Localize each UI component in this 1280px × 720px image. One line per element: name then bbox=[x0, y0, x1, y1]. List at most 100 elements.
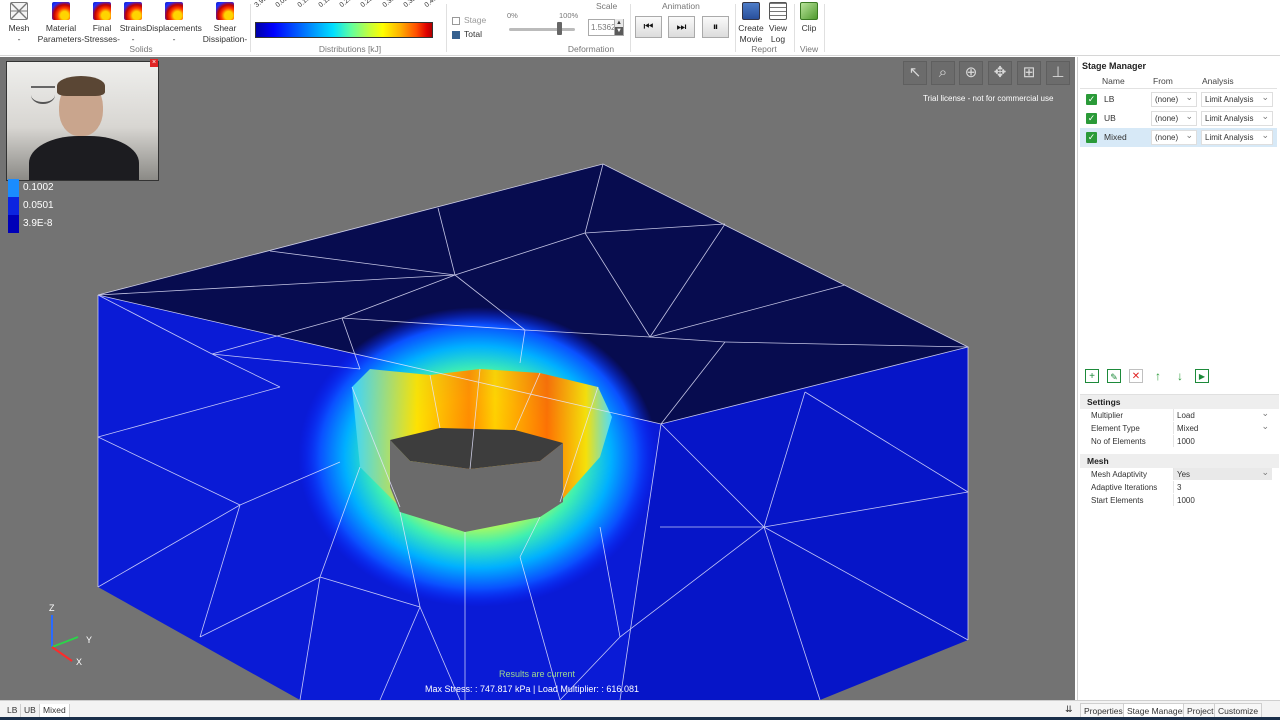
final-sub-label: Stresses- bbox=[84, 34, 120, 44]
select-arrow-icon[interactable]: ↖ bbox=[903, 61, 927, 85]
stage-checkbox[interactable]: Stage bbox=[452, 15, 486, 25]
stage-row[interactable]: ✓ UB (none) Limit Analysis bbox=[1080, 109, 1277, 128]
mesh-adaptivity-row[interactable]: Mesh Adaptivity Yes bbox=[1080, 466, 1279, 481]
from-dropdown[interactable]: (none) bbox=[1151, 110, 1197, 126]
strains-label: Strains bbox=[119, 23, 147, 33]
axes-icon[interactable]: ⊥ bbox=[1046, 61, 1070, 85]
colorbar-tick-label: 0.1503 bbox=[317, 0, 338, 9]
tab-lb[interactable]: LB bbox=[4, 704, 22, 718]
material-parameters-button[interactable]: Material Parameters- bbox=[38, 0, 84, 45]
clip-button[interactable]: Clip bbox=[798, 0, 820, 34]
start-elements-row[interactable]: Start Elements 1000 bbox=[1080, 494, 1279, 507]
stage-name: Mixed bbox=[1104, 132, 1127, 142]
start-elements-field[interactable]: 1000 bbox=[1173, 494, 1272, 506]
stage-row-selected[interactable]: ✓ Mixed (none) Limit Analysis bbox=[1080, 128, 1277, 147]
from-dropdown[interactable]: (none) bbox=[1151, 129, 1197, 145]
mesh-button[interactable]: Mesh - bbox=[6, 0, 32, 45]
panel-menu-icon[interactable]: ⇊ bbox=[1065, 704, 1073, 715]
tab-project[interactable]: Project bbox=[1183, 703, 1218, 718]
report-group-label: Report bbox=[751, 44, 777, 54]
spin-down-icon[interactable]: ▼ bbox=[614, 27, 623, 35]
legend-value: 0.1002 bbox=[23, 182, 54, 193]
colorbar-tick-label: 0.1002 bbox=[296, 0, 317, 9]
tab-customize[interactable]: Customize bbox=[1214, 703, 1263, 718]
adaptive-iterations-row[interactable]: Adaptive Iterations 3 bbox=[1080, 481, 1279, 494]
run-stage-icon[interactable]: ▶ bbox=[1195, 369, 1209, 383]
stage-table-header: Name From Analysis bbox=[1080, 76, 1277, 89]
spin-up-icon[interactable]: ▲ bbox=[614, 19, 623, 27]
no-elements-field[interactable]: 1000 bbox=[1173, 435, 1272, 447]
element-type-row[interactable]: Element Type Mixed bbox=[1080, 420, 1279, 435]
move-down-icon[interactable]: ↓ bbox=[1173, 369, 1187, 383]
webcam-close-icon[interactable]: × bbox=[150, 59, 158, 67]
tab-stage-manager[interactable]: Stage Manager bbox=[1123, 703, 1190, 718]
analysis-dropdown[interactable]: Limit Analysis bbox=[1201, 110, 1273, 126]
shear-sub-label: Dissipation- bbox=[202, 34, 248, 44]
create-movie-button[interactable]: Create Movie bbox=[737, 0, 765, 45]
distribution-icon bbox=[165, 2, 183, 20]
deformation-slider[interactable] bbox=[509, 28, 575, 31]
deformation-group-label: Deformation bbox=[567, 44, 615, 54]
distribution-icon bbox=[52, 2, 70, 20]
3d-viewport[interactable]: × 0.1002 0.0501 3.9E-8 ↖ ⌕ ⊕ ✥ ⊞ ⊥ Trial l… bbox=[0, 57, 1075, 700]
zoom-icon[interactable]: ⌕ bbox=[931, 61, 955, 85]
view-label: View bbox=[768, 23, 788, 33]
delete-stage-icon[interactable]: ✕ bbox=[1129, 369, 1143, 383]
step-forward-icon[interactable]: ⏭ bbox=[668, 16, 695, 38]
mesh-header: Mesh bbox=[1080, 454, 1279, 468]
check-icon[interactable]: ✓ bbox=[1086, 132, 1097, 143]
material-label: Material bbox=[45, 23, 77, 33]
view-log-button[interactable]: View Log bbox=[766, 0, 790, 45]
stage-row[interactable]: ✓ LB (none) Limit Analysis bbox=[1080, 90, 1277, 109]
col-name: Name bbox=[1102, 76, 1125, 86]
group-divider bbox=[630, 4, 631, 52]
clip-icon bbox=[800, 2, 818, 20]
group-divider bbox=[794, 4, 795, 52]
license-notice: Trial license - not for commercial use bbox=[923, 94, 1054, 103]
group-divider bbox=[250, 4, 251, 52]
multiplier-dropdown[interactable]: Load bbox=[1173, 407, 1272, 421]
colorbar-tick-label: 0.0501 bbox=[275, 0, 296, 9]
tab-ub[interactable]: UB bbox=[21, 704, 40, 718]
webcam-overlay bbox=[6, 61, 159, 181]
stage-label: Stage bbox=[464, 15, 487, 25]
stage-name: UB bbox=[1104, 113, 1116, 123]
shear-dissipation-button[interactable]: Shear Dissipation- bbox=[203, 0, 247, 45]
stage-manager-title: Stage Manager bbox=[1082, 61, 1147, 71]
move-up-icon[interactable]: ↑ bbox=[1151, 369, 1165, 383]
total-checkbox[interactable]: Total bbox=[452, 29, 482, 39]
distribution-colorbar bbox=[255, 22, 433, 38]
final-stresses-button[interactable]: Final Stresses- bbox=[84, 0, 120, 45]
zoom-extents-icon[interactable]: ⊕ bbox=[959, 61, 983, 85]
colorbar-tick-label: 0.2004 bbox=[339, 0, 360, 9]
skip-back-icon[interactable]: ⏮ bbox=[635, 16, 662, 38]
mesh-adaptivity-dropdown[interactable]: Yes bbox=[1173, 466, 1272, 480]
analysis-dropdown[interactable]: Limit Analysis bbox=[1201, 129, 1273, 145]
movie-icon bbox=[742, 2, 760, 20]
multiplier-row[interactable]: Multiplier Load bbox=[1080, 407, 1279, 422]
element-type-dropdown[interactable]: Mixed bbox=[1173, 420, 1272, 434]
group-divider bbox=[735, 4, 736, 52]
grid-icon[interactable]: ⊞ bbox=[1017, 61, 1041, 85]
adaptive-iterations-field[interactable]: 3 bbox=[1173, 481, 1272, 493]
edit-stage-icon[interactable]: ✎ bbox=[1107, 369, 1121, 383]
check-icon[interactable]: ✓ bbox=[1086, 113, 1097, 124]
colorbar-tick-label: 0.4008 bbox=[424, 0, 445, 9]
colorbar-tick-label: 0.2505 bbox=[360, 0, 381, 9]
clip-label: Clip bbox=[801, 23, 817, 33]
pause-icon[interactable]: ⏸ bbox=[702, 16, 729, 38]
legend-value: 0.0501 bbox=[23, 200, 54, 211]
mesh-model[interactable] bbox=[0, 57, 1075, 700]
tab-mixed[interactable]: Mixed bbox=[40, 704, 70, 718]
pan-icon[interactable]: ✥ bbox=[988, 61, 1012, 85]
no-elements-row[interactable]: No of Elements 1000 bbox=[1080, 435, 1279, 448]
slider-thumb[interactable] bbox=[556, 22, 562, 35]
from-dropdown[interactable]: (none) bbox=[1151, 91, 1197, 107]
displacements-button[interactable]: Displacements - bbox=[146, 0, 202, 45]
check-icon[interactable]: ✓ bbox=[1086, 94, 1097, 105]
animation-label: Animation bbox=[662, 1, 700, 11]
add-stage-icon[interactable]: + bbox=[1085, 369, 1099, 383]
strains-button[interactable]: Strains - bbox=[120, 0, 146, 45]
analysis-dropdown[interactable]: Limit Analysis bbox=[1201, 91, 1273, 107]
tab-properties[interactable]: Properties bbox=[1080, 703, 1127, 718]
